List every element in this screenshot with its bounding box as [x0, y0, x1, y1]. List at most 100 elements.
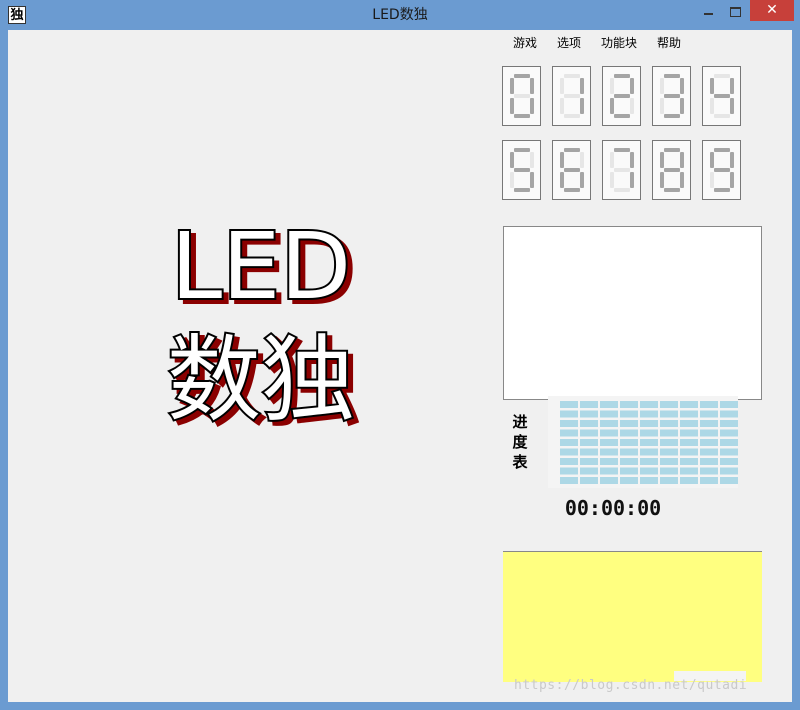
led-segment: [663, 188, 680, 192]
progress-cell: [640, 429, 658, 437]
menu-bar: 游戏 选项 功能块 帮助: [503, 30, 691, 56]
led-segment: [513, 94, 530, 98]
progress-cell: [720, 477, 738, 484]
led-segment: [663, 168, 680, 172]
led-segment: [563, 114, 580, 118]
led-digit-cell[interactable]: [652, 140, 691, 200]
led-segment: [609, 152, 614, 168]
progress-cell: [720, 420, 738, 427]
progress-cell: [600, 467, 618, 475]
progress-cell: [560, 458, 578, 465]
progress-cell: [620, 410, 638, 418]
led-segment: [579, 78, 584, 94]
led-segment: [513, 168, 530, 172]
menu-functions[interactable]: 功能块: [591, 30, 647, 56]
progress-cell: [720, 458, 738, 465]
led-segment: [713, 168, 730, 172]
progress-cell: [560, 410, 578, 418]
progress-label: 进度表: [512, 413, 528, 471]
progress-cell: [620, 448, 638, 456]
led-segment: [559, 98, 564, 114]
menu-help[interactable]: 帮助: [647, 30, 691, 56]
led-segment: [579, 98, 584, 114]
progress-cell: [600, 401, 618, 408]
progress-cell: [620, 420, 638, 427]
led-digit-5: [509, 148, 534, 192]
progress-cell: [560, 420, 578, 427]
led-segment: [713, 114, 730, 118]
progress-cell: [680, 448, 698, 456]
progress-cell: [640, 458, 658, 465]
progress-cell: [620, 439, 638, 446]
progress-cell: [640, 420, 658, 427]
progress-cell: [660, 477, 678, 484]
led-digit-1: [559, 74, 584, 118]
maximize-button[interactable]: [722, 2, 748, 22]
led-digit-cell[interactable]: [602, 140, 641, 200]
progress-cell: [600, 439, 618, 446]
led-digit-cell[interactable]: [702, 140, 741, 200]
logo-led-text: LED: [171, 213, 351, 320]
led-segment: [679, 78, 684, 94]
progress-cell: [720, 410, 738, 418]
progress-cell: [600, 458, 618, 465]
led-segment: [529, 172, 534, 188]
progress-cell: [580, 448, 598, 456]
client-area: LED LED 数独 数独 游戏 选项 功能块 帮助 进度表 00:00:00 …: [8, 30, 792, 702]
menu-options[interactable]: 选项: [547, 30, 591, 56]
led-digit-4: [709, 74, 734, 118]
led-digit-cell[interactable]: [552, 140, 591, 200]
progress-cell: [560, 467, 578, 475]
progress-cell: [660, 467, 678, 475]
led-digit-9: [709, 148, 734, 192]
led-segment: [613, 168, 630, 172]
progress-cell: [720, 467, 738, 475]
led-digit-cell[interactable]: [502, 140, 541, 200]
led-segment: [563, 148, 580, 152]
led-sudoku-logo: LED LED 数独 数独: [165, 211, 362, 428]
menu-game[interactable]: 游戏: [503, 30, 547, 56]
progress-cell: [620, 401, 638, 408]
led-digit-8: [659, 148, 684, 192]
progress-cell: [700, 420, 718, 427]
led-digit-cell[interactable]: [602, 66, 641, 126]
led-digit-cell[interactable]: [702, 66, 741, 126]
progress-cell: [600, 448, 618, 456]
led-digit-row: [502, 66, 741, 126]
progress-cell: [700, 410, 718, 418]
led-segment: [679, 98, 684, 114]
progress-cell: [640, 401, 658, 408]
progress-cell: [660, 401, 678, 408]
led-segment: [613, 188, 630, 192]
minimize-button[interactable]: [694, 2, 720, 22]
progress-cell: [680, 467, 698, 475]
led-segment: [609, 78, 614, 94]
led-segment: [563, 188, 580, 192]
progress-cell: [640, 410, 658, 418]
progress-cell: [600, 477, 618, 484]
led-segment: [529, 152, 534, 168]
led-digit-cell[interactable]: [652, 66, 691, 126]
progress-cell: [680, 458, 698, 465]
progress-cell: [580, 439, 598, 446]
led-segment: [609, 172, 614, 188]
led-segment: [509, 172, 514, 188]
led-digit-cell[interactable]: [552, 66, 591, 126]
progress-cell: [620, 429, 638, 437]
led-segment: [629, 152, 634, 168]
led-segment: [559, 172, 564, 188]
led-segment: [663, 94, 680, 98]
led-segment: [559, 78, 564, 94]
progress-cell: [640, 477, 658, 484]
progress-cell: [660, 458, 678, 465]
progress-cell: [660, 420, 678, 427]
led-segment: [709, 172, 714, 188]
led-digit-7: [609, 148, 634, 192]
progress-cell: [620, 467, 638, 475]
led-segment: [563, 74, 580, 78]
progress-cell: [660, 429, 678, 437]
led-segment: [713, 188, 730, 192]
title-bar[interactable]: 独 LED数独 ✕: [0, 0, 800, 30]
close-button[interactable]: ✕: [750, 0, 794, 21]
led-digit-cell[interactable]: [502, 66, 541, 126]
